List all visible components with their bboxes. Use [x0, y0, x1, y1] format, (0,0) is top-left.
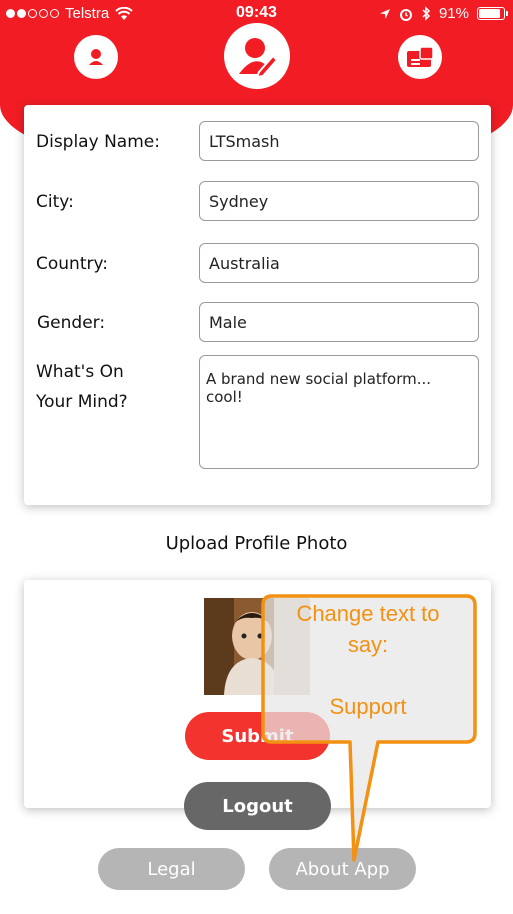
annotation-line-1: Change text to	[296, 601, 440, 626]
annotation-line-3: Support	[329, 694, 407, 719]
annotation-line-2: say:	[347, 632, 389, 657]
annotation-text: Change text to say: Support	[262, 598, 474, 722]
annotation-callout	[261, 594, 477, 862]
